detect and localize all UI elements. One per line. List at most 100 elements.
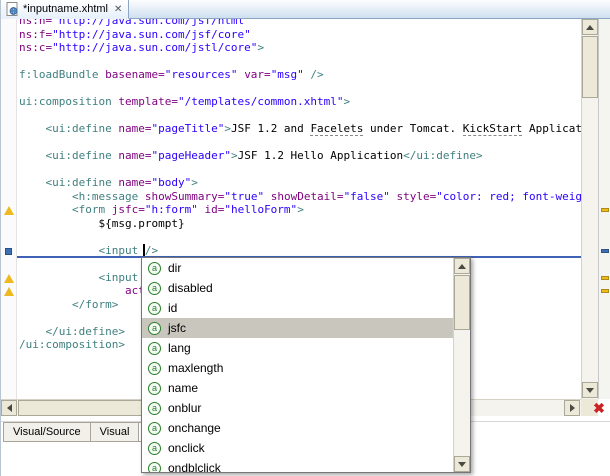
editor-tab[interactable]: *inputname.xhtml ✕ bbox=[1, 0, 130, 19]
popup-scroll-thumb[interactable] bbox=[454, 275, 470, 330]
scroll-left-button[interactable] bbox=[1, 400, 17, 416]
warning-marker-icon[interactable] bbox=[4, 206, 14, 215]
code-token: <h:message bbox=[19, 189, 145, 203]
tab-title: *inputname.xhtml bbox=[23, 3, 108, 15]
down-arrow-icon bbox=[586, 387, 594, 393]
code-line: <form jsfc="h:form" id="helloForm"> bbox=[19, 203, 581, 217]
code-line: <input /> bbox=[19, 244, 581, 258]
code-line: <ui:define name="pageTitle">JSF 1.2 and … bbox=[19, 122, 581, 136]
autocomplete-item-label: jsfc bbox=[168, 321, 186, 335]
code-token: /ui:composition> bbox=[19, 338, 125, 351]
autocomplete-item[interactable]: a disabled bbox=[142, 278, 453, 298]
popup-scroll-down-button[interactable] bbox=[454, 456, 470, 472]
code-token: showDetail= bbox=[270, 189, 344, 203]
autocomplete-item-label: onclick bbox=[168, 441, 205, 455]
scroll-up-button[interactable] bbox=[582, 19, 598, 35]
autocomplete-item-label: disabled bbox=[168, 281, 213, 295]
code-token: "pageTitle" bbox=[151, 122, 225, 135]
vertical-scrollbar[interactable] bbox=[581, 19, 598, 399]
overview-warning-mark[interactable] bbox=[601, 208, 609, 212]
scroll-right-button[interactable] bbox=[564, 400, 580, 416]
code-token: basename= bbox=[105, 68, 165, 81]
code-line: <h:message showSummary="true" showDetail… bbox=[19, 190, 581, 204]
autocomplete-item-label: maxlength bbox=[168, 361, 224, 375]
code-token: "body" bbox=[151, 176, 192, 189]
right-arrow-icon bbox=[569, 404, 575, 412]
popup-scrollbar[interactable] bbox=[453, 258, 470, 472]
autocomplete-item-label: dir bbox=[168, 261, 182, 275]
scroll-down-button[interactable] bbox=[582, 382, 598, 398]
view-tab-visual-source[interactable]: Visual/Source bbox=[3, 422, 91, 442]
autocomplete-item[interactable]: a id bbox=[142, 298, 453, 318]
code-token: </ui:define> bbox=[19, 324, 125, 338]
attribute-proposal-icon: a bbox=[148, 261, 161, 275]
code-token: <form bbox=[19, 203, 112, 216]
current-line-marker-icon[interactable] bbox=[5, 247, 12, 255]
autocomplete-item[interactable]: a ondblclick bbox=[142, 458, 453, 472]
code-token: </form> bbox=[19, 297, 119, 311]
autocomplete-item[interactable]: a maxlength bbox=[142, 358, 453, 378]
code-token: <input /> bbox=[19, 243, 159, 257]
autocomplete-item-label: name bbox=[168, 381, 199, 395]
up-arrow-icon bbox=[458, 263, 466, 269]
code-token: "resources" bbox=[164, 68, 238, 81]
code-token: jsfc= bbox=[111, 203, 145, 216]
autocomplete-item[interactable]: a dir bbox=[142, 258, 453, 278]
overview-current-mark[interactable] bbox=[601, 248, 609, 253]
autocomplete-item[interactable]: a onchange bbox=[142, 418, 453, 438]
code-token: "helloForm" bbox=[224, 203, 298, 216]
code-token: "pageHeader" bbox=[151, 149, 231, 162]
attribute-proposal-icon: a bbox=[148, 321, 161, 335]
code-token: style= bbox=[396, 189, 437, 203]
code-token: showSummary= bbox=[144, 189, 225, 203]
editor-pane: *inputname.xhtml ✕ ns:h="http://java.sun… bbox=[0, 0, 610, 476]
autocomplete-item[interactable]: a lang bbox=[142, 338, 453, 358]
code-line: ns:c="http://java.sun.com/jstl/core"> bbox=[19, 41, 581, 55]
code-token: f:loadBundle bbox=[19, 68, 106, 81]
popup-scroll-up-button[interactable] bbox=[454, 258, 470, 274]
autocomplete-item[interactable]: a name bbox=[142, 378, 453, 398]
code-token: JSF 1.2 Hello Application bbox=[237, 149, 404, 162]
autocomplete-item[interactable]: a jsfc bbox=[142, 318, 453, 338]
attribute-proposal-icon: a bbox=[148, 361, 161, 375]
warning-marker-icon[interactable] bbox=[4, 273, 14, 283]
code-line: ns:f="http://java.sun.com/jsf/core" bbox=[19, 28, 581, 42]
tab-close-icon[interactable]: ✕ bbox=[114, 4, 122, 15]
autocomplete-item[interactable]: a onblur bbox=[142, 398, 453, 418]
code-token: > bbox=[191, 176, 198, 189]
attribute-proposal-icon: a bbox=[148, 281, 161, 295]
error-indicator[interactable]: ✖ bbox=[589, 400, 609, 417]
code-line: f:loadBundle basename="resources" var="m… bbox=[19, 68, 581, 82]
overview-ruler bbox=[598, 19, 610, 399]
code-token: > bbox=[257, 41, 265, 54]
xhtml-file-icon bbox=[6, 2, 19, 16]
code-token: <input bbox=[19, 270, 139, 284]
code-token: > bbox=[224, 122, 231, 135]
warning-marker-icon[interactable] bbox=[4, 287, 14, 296]
code-token: "http://java.sun.com/jstl/core" bbox=[52, 41, 258, 54]
code-token: "/templates/common.xhtml" bbox=[177, 95, 344, 108]
attribute-proposal-icon: a bbox=[148, 381, 161, 395]
code-line: <ui:define name="pageHeader">JSF 1.2 Hel… bbox=[19, 149, 581, 163]
code-token: Facelets bbox=[310, 122, 364, 136]
annotation-ruler bbox=[1, 19, 17, 399]
code-token: "msg" bbox=[270, 68, 304, 81]
code-token: <ui:define bbox=[19, 122, 119, 135]
overview-warning-mark[interactable] bbox=[601, 275, 609, 280]
attribute-proposal-icon: a bbox=[148, 341, 161, 355]
autocomplete-item[interactable]: a onclick bbox=[142, 438, 453, 458]
attribute-proposal-icon: a bbox=[148, 401, 161, 415]
autocomplete-item-label: onchange bbox=[168, 421, 221, 435]
text-caret bbox=[143, 244, 145, 256]
vertical-scroll-thumb[interactable] bbox=[582, 36, 598, 98]
code-token: </ui:define> bbox=[403, 149, 483, 162]
overview-warning-mark[interactable] bbox=[601, 289, 609, 293]
view-tab-visual[interactable]: Visual bbox=[89, 422, 140, 442]
code-token: /> bbox=[303, 68, 324, 81]
